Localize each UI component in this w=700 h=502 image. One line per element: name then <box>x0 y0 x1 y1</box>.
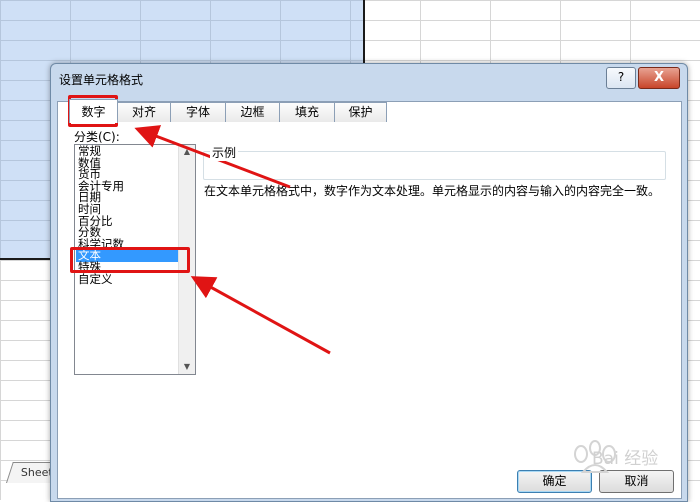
scroll-down-icon[interactable]: ▼ <box>179 360 195 374</box>
category-item[interactable]: 自定义 <box>76 273 178 286</box>
format-description: 在文本单元格格式中，数字作为文本处理。单元格显示的内容与输入的内容完全一致。 <box>204 184 661 198</box>
help-button[interactable]: ? <box>606 67 636 89</box>
tab-number[interactable]: 数字 <box>69 99 118 123</box>
category-label: 分类(C): <box>74 130 120 144</box>
sheet-tab-label: Sheet <box>20 466 53 479</box>
tab-protection[interactable]: 保护 <box>334 102 387 122</box>
tab-border[interactable]: 边框 <box>225 102 280 122</box>
dialog-titlebar[interactable]: 设置单元格格式 ? X <box>51 64 687 92</box>
tab-fill[interactable]: 填充 <box>279 102 335 122</box>
tab-alignment[interactable]: 对齐 <box>117 102 171 122</box>
close-button[interactable]: X <box>638 67 680 89</box>
tab-font[interactable]: 字体 <box>170 102 226 122</box>
scroll-up-icon[interactable]: ▲ <box>179 145 195 159</box>
watermark-text: Bai 经验 <box>592 449 659 469</box>
highlight-text-item <box>70 247 190 273</box>
dialog-title: 设置单元格格式 <box>59 73 144 87</box>
sample-label: 示例 <box>210 144 239 161</box>
sample-box <box>203 151 666 180</box>
